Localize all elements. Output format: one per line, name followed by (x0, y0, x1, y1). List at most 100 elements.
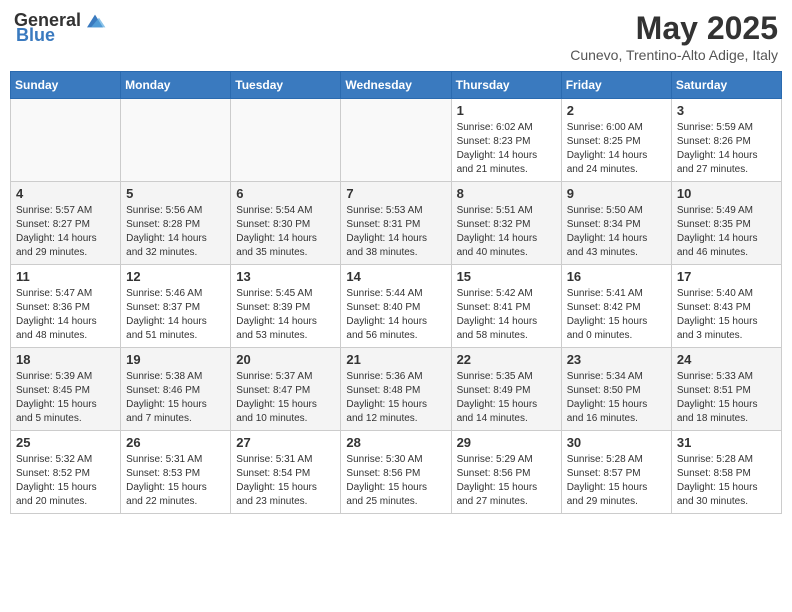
day-number: 26 (126, 435, 225, 450)
day-number: 17 (677, 269, 776, 284)
day-info: Sunrise: 6:02 AMSunset: 8:23 PMDaylight:… (457, 121, 556, 177)
day-number: 11 (16, 269, 115, 284)
calendar-cell: 30 Sunrise: 5:28 AMSunset: 8:57 PMDayligh… (561, 431, 671, 514)
day-info: Sunrise: 5:51 AMSunset: 8:32 PMDaylight:… (457, 204, 556, 260)
calendar-cell: 20 Sunrise: 5:37 AMSunset: 8:47 PMDayligh… (231, 348, 341, 431)
day-info: Sunrise: 5:28 AMSunset: 8:57 PMDaylight:… (567, 453, 666, 509)
day-number: 1 (457, 103, 556, 118)
day-info: Sunrise: 5:31 AMSunset: 8:53 PMDaylight:… (126, 453, 225, 509)
day-of-week-tuesday: Tuesday (231, 72, 341, 99)
day-info: Sunrise: 5:53 AMSunset: 8:31 PMDaylight:… (346, 204, 445, 260)
calendar-cell: 27Sunrise: 5:31 AMSunset: 8:54 PMDayligh… (231, 431, 341, 514)
calendar-cell: 23Sunrise: 5:34 AMSunset: 8:50 PMDayligh… (561, 348, 671, 431)
day-number: 24 (677, 352, 776, 367)
day-info: Sunrise: 5:46 AMSunset: 8:37 PMDaylight:… (126, 287, 225, 343)
day-number: 15 (457, 269, 556, 284)
calendar-cell: 17 Sunrise: 5:40 AMSunset: 8:43 PMDayligh… (671, 265, 781, 348)
day-number: 25 (16, 435, 115, 450)
day-of-week-wednesday: Wednesday (341, 72, 451, 99)
month-year: May 2025 (570, 10, 778, 47)
day-info: Sunrise: 5:47 AMSunset: 8:36 PMDaylight:… (16, 287, 115, 343)
header: General Blue May 2025 Cunevo, Trentino-A… (10, 10, 782, 63)
day-number: 30 (567, 435, 666, 450)
day-number: 23 (567, 352, 666, 367)
day-number: 14 (346, 269, 445, 284)
day-info: Sunrise: 5:29 AMSunset: 8:56 PMDaylight:… (457, 453, 556, 509)
day-info: Sunrise: 5:31 AMSunset: 8:54 PMDaylight:… (236, 453, 335, 509)
day-info: Sunrise: 5:36 AMSunset: 8:48 PMDaylight:… (346, 370, 445, 426)
calendar-cell: 21 Sunrise: 5:36 AMSunset: 8:48 PMDayligh… (341, 348, 451, 431)
day-info: Sunrise: 5:44 AMSunset: 8:40 PMDaylight:… (346, 287, 445, 343)
day-info: Sunrise: 5:39 AMSunset: 8:45 PMDaylight:… (16, 370, 115, 426)
calendar-cell: 3Sunrise: 5:59 AMSunset: 8:26 PMDaylight… (671, 99, 781, 182)
calendar-cell: 29 Sunrise: 5:29 AMSunset: 8:56 PMDayligh… (451, 431, 561, 514)
calendar: SundayMondayTuesdayWednesdayThursdayFrid… (10, 71, 782, 514)
calendar-week-row: 25 Sunrise: 5:32 AMSunset: 8:52 PMDayligh… (11, 431, 782, 514)
day-number: 8 (457, 186, 556, 201)
calendar-cell: 22Sunrise: 5:35 AMSunset: 8:49 PMDayligh… (451, 348, 561, 431)
calendar-week-row: 1 Sunrise: 6:02 AMSunset: 8:23 PMDaylight… (11, 99, 782, 182)
day-of-week-saturday: Saturday (671, 72, 781, 99)
day-info: Sunrise: 5:38 AMSunset: 8:46 PMDaylight:… (126, 370, 225, 426)
day-number: 31 (677, 435, 776, 450)
day-info: Sunrise: 5:40 AMSunset: 8:43 PMDaylight:… (677, 287, 776, 343)
day-info: Sunrise: 5:49 AMSunset: 8:35 PMDaylight:… (677, 204, 776, 260)
calendar-header-row: SundayMondayTuesdayWednesdayThursdayFrid… (11, 72, 782, 99)
calendar-cell: 26 Sunrise: 5:31 AMSunset: 8:53 PMDayligh… (121, 431, 231, 514)
day-number: 21 (346, 352, 445, 367)
day-number: 4 (16, 186, 115, 201)
day-info: Sunrise: 5:30 AMSunset: 8:56 PMDaylight:… (346, 453, 445, 509)
calendar-cell: 1 Sunrise: 6:02 AMSunset: 8:23 PMDaylight… (451, 99, 561, 182)
day-number: 12 (126, 269, 225, 284)
day-number: 3 (677, 103, 776, 118)
day-number: 16 (567, 269, 666, 284)
day-info: Sunrise: 5:33 AMSunset: 8:51 PMDaylight:… (677, 370, 776, 426)
day-number: 9 (567, 186, 666, 201)
day-info: Sunrise: 5:28 AMSunset: 8:58 PMDaylight:… (677, 453, 776, 509)
calendar-cell: 13Sunrise: 5:45 AMSunset: 8:39 PMDayligh… (231, 265, 341, 348)
calendar-cell: 12 Sunrise: 5:46 AMSunset: 8:37 PMDayligh… (121, 265, 231, 348)
day-number: 29 (457, 435, 556, 450)
day-of-week-sunday: Sunday (11, 72, 121, 99)
calendar-cell (231, 99, 341, 182)
calendar-cell: 9 Sunrise: 5:50 AMSunset: 8:34 PMDaylight… (561, 182, 671, 265)
calendar-cell: 6 Sunrise: 5:54 AMSunset: 8:30 PMDaylight… (231, 182, 341, 265)
day-info: Sunrise: 5:32 AMSunset: 8:52 PMDaylight:… (16, 453, 115, 509)
day-of-week-monday: Monday (121, 72, 231, 99)
day-info: Sunrise: 5:42 AMSunset: 8:41 PMDaylight:… (457, 287, 556, 343)
day-info: Sunrise: 6:00 AMSunset: 8:25 PMDaylight:… (567, 121, 666, 177)
day-number: 20 (236, 352, 335, 367)
day-number: 13 (236, 269, 335, 284)
day-number: 7 (346, 186, 445, 201)
calendar-cell: 24 Sunrise: 5:33 AMSunset: 8:51 PMDayligh… (671, 348, 781, 431)
day-info: Sunrise: 5:50 AMSunset: 8:34 PMDaylight:… (567, 204, 666, 260)
day-number: 2 (567, 103, 666, 118)
day-info: Sunrise: 5:37 AMSunset: 8:47 PMDaylight:… (236, 370, 335, 426)
calendar-cell: 16 Sunrise: 5:41 AMSunset: 8:42 PMDayligh… (561, 265, 671, 348)
day-number: 22 (457, 352, 556, 367)
day-info: Sunrise: 5:41 AMSunset: 8:42 PMDaylight:… (567, 287, 666, 343)
title-area: May 2025 Cunevo, Trentino-Alto Adige, It… (570, 10, 778, 63)
calendar-cell: 31 Sunrise: 5:28 AMSunset: 8:58 PMDayligh… (671, 431, 781, 514)
calendar-cell (11, 99, 121, 182)
day-info: Sunrise: 5:56 AMSunset: 8:28 PMDaylight:… (126, 204, 225, 260)
location: Cunevo, Trentino-Alto Adige, Italy (570, 47, 778, 63)
logo: General Blue (14, 10, 107, 46)
calendar-cell: 18Sunrise: 5:39 AMSunset: 8:45 PMDayligh… (11, 348, 121, 431)
calendar-cell: 11 Sunrise: 5:47 AMSunset: 8:36 PMDayligh… (11, 265, 121, 348)
day-number: 10 (677, 186, 776, 201)
day-number: 5 (126, 186, 225, 201)
day-info: Sunrise: 5:54 AMSunset: 8:30 PMDaylight:… (236, 204, 335, 260)
calendar-week-row: 11 Sunrise: 5:47 AMSunset: 8:36 PMDayligh… (11, 265, 782, 348)
calendar-cell: 5 Sunrise: 5:56 AMSunset: 8:28 PMDaylight… (121, 182, 231, 265)
calendar-cell (341, 99, 451, 182)
calendar-week-row: 4Sunrise: 5:57 AMSunset: 8:27 PMDaylight… (11, 182, 782, 265)
day-number: 19 (126, 352, 225, 367)
calendar-cell: 8 Sunrise: 5:51 AMSunset: 8:32 PMDaylight… (451, 182, 561, 265)
calendar-cell: 7 Sunrise: 5:53 AMSunset: 8:31 PMDaylight… (341, 182, 451, 265)
day-number: 6 (236, 186, 335, 201)
logo-icon (83, 11, 107, 31)
logo-blue: Blue (16, 25, 55, 46)
day-of-week-friday: Friday (561, 72, 671, 99)
calendar-week-row: 18Sunrise: 5:39 AMSunset: 8:45 PMDayligh… (11, 348, 782, 431)
